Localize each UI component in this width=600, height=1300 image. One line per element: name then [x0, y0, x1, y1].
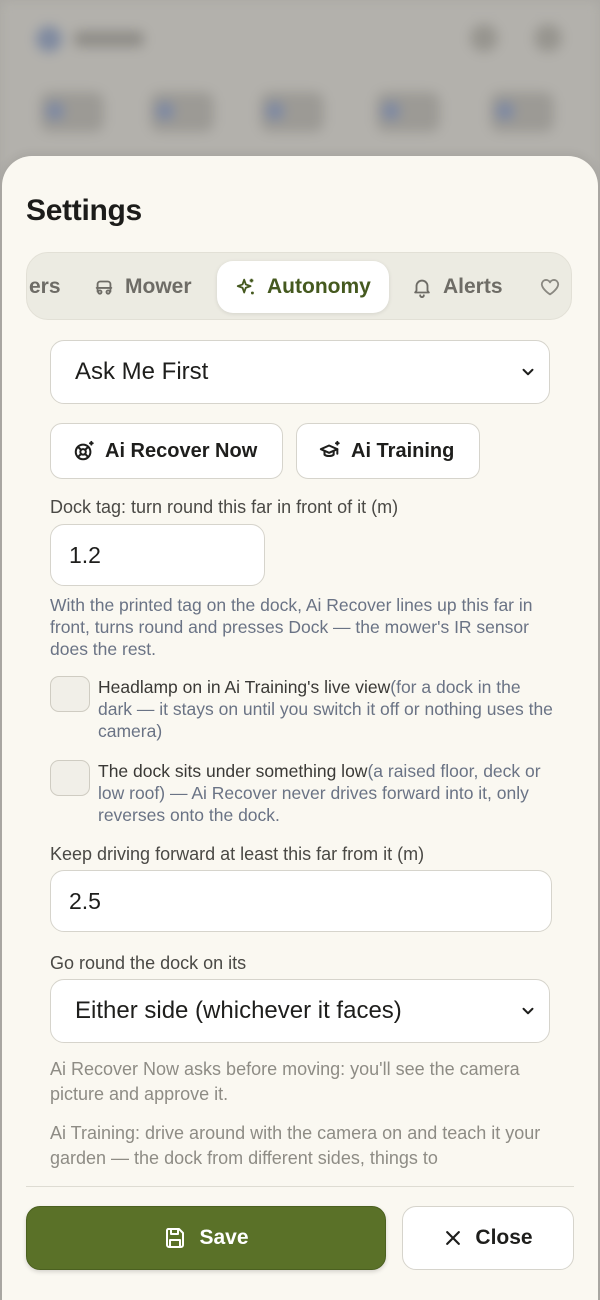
select-value: Either side (whichever it faces)	[75, 997, 402, 1024]
background-header	[36, 26, 144, 52]
close-icon	[446, 1231, 461, 1245]
chevron-down-icon	[522, 1007, 534, 1015]
bell-icon	[414, 279, 430, 298]
tab-favorites[interactable]	[523, 261, 571, 313]
close-button[interactable]: Close	[402, 1206, 574, 1270]
settings-sheet: Settings ers Mower Autonomy Alerts Ask M…	[2, 156, 598, 1300]
tab-label: Alerts	[443, 275, 503, 298]
tab-alerts[interactable]: Alerts	[395, 261, 519, 313]
headlamp-label: Headlamp on in Ai Training's live view	[98, 677, 391, 697]
autonomy-panel[interactable]: Ask Me First Ai Recover Now Ai Training	[26, 340, 574, 1168]
close-label: Close	[475, 1226, 533, 1249]
mower-icon	[95, 280, 113, 295]
background-chip	[376, 92, 440, 132]
dock-side-label: Go round the dock on its	[50, 953, 247, 973]
tab-mower[interactable]: Mower	[77, 261, 208, 313]
settings-tabbar: ers Mower Autonomy Alerts	[26, 252, 572, 320]
lifebuoy-icon	[74, 440, 94, 461]
tab-label: Mower	[125, 275, 192, 298]
keep-forward-label: Keep driving forward at least this far f…	[50, 844, 425, 864]
tab-label: Autonomy	[267, 275, 371, 298]
sheet-title: Settings	[26, 194, 142, 227]
tab-label: ers	[29, 275, 61, 298]
background-chip	[260, 92, 324, 132]
keep-forward-distance-input[interactable]: 2.5	[50, 870, 552, 932]
chevron-down-icon	[522, 368, 534, 376]
headlamp-checkbox[interactable]	[50, 676, 90, 712]
background-icon	[534, 24, 562, 52]
dock-tag-help: With the printed tag on the dock, Ai Rec…	[50, 595, 533, 659]
dock-side-select[interactable]: Either side (whichever it faces)	[50, 979, 550, 1043]
ai-recover-info: Ai Recover Now asks before moving: you'l…	[50, 1059, 520, 1104]
select-value: Ask Me First	[75, 358, 209, 385]
dock-tag-label: Dock tag: turn round this far in front o…	[50, 497, 399, 517]
button-label: Ai Training	[351, 439, 455, 462]
save-button[interactable]: Save	[26, 1206, 386, 1270]
background-logo	[36, 26, 62, 52]
ai-recover-button[interactable]: Ai Recover Now	[50, 423, 283, 479]
autonomy-mode-select[interactable]: Ask Me First	[50, 340, 550, 404]
dock-tag-distance-input[interactable]: 1.2	[50, 524, 265, 586]
low-dock-option: The dock sits under something low(a rais…	[50, 760, 554, 830]
background-chip	[40, 92, 104, 132]
sparkle-icon	[236, 278, 254, 295]
save-label: Save	[199, 1226, 249, 1249]
button-label: Ai Recover Now	[105, 439, 258, 462]
footer-divider	[26, 1186, 574, 1187]
tab-autonomy[interactable]: Autonomy	[217, 261, 389, 313]
ai-training-info: Ai Training: drive around with the camer…	[50, 1123, 541, 1168]
heart-icon	[540, 279, 560, 296]
headlamp-option: Headlamp on in Ai Training's live view(f…	[50, 676, 554, 746]
ai-training-button[interactable]: Ai Training	[296, 423, 480, 479]
low-dock-label: The dock sits under something low	[98, 761, 368, 781]
background-title	[74, 31, 144, 47]
background-icon	[470, 24, 498, 52]
background-chip	[150, 92, 214, 132]
floppy-disk-icon	[166, 1228, 185, 1248]
low-dock-checkbox[interactable]	[50, 760, 90, 796]
background-chip	[490, 92, 554, 132]
low-dock-text: The dock sits under something low(a rais…	[98, 760, 554, 826]
headlamp-text: Headlamp on in Ai Training's live view(f…	[98, 676, 554, 742]
graduation-cap-icon	[319, 440, 340, 458]
tab-partial[interactable]: ers	[27, 261, 77, 313]
